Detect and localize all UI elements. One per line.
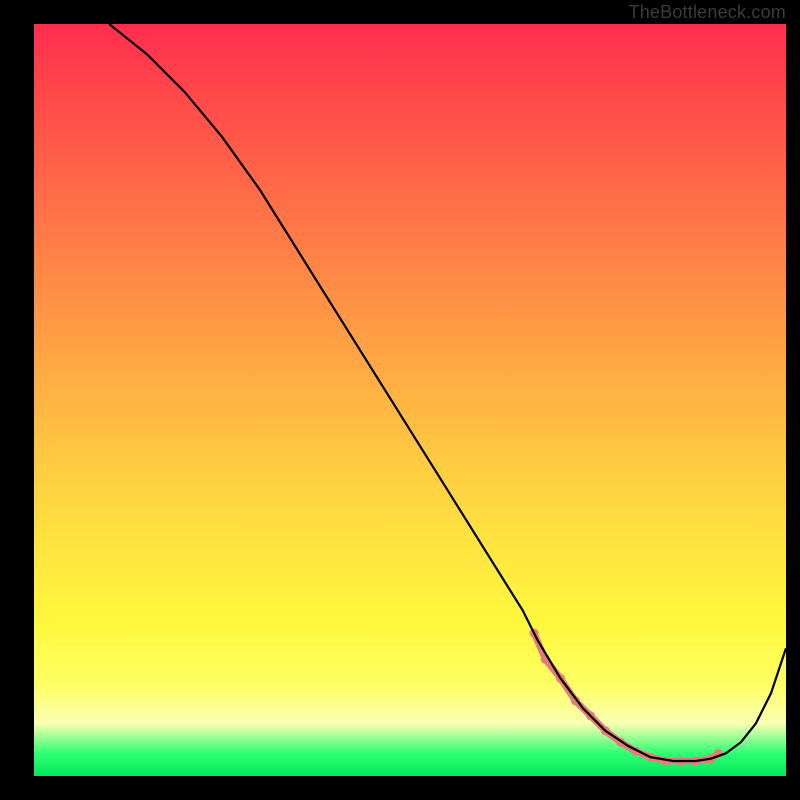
chart-plot-area — [34, 24, 786, 776]
chart-svg — [34, 24, 786, 776]
attribution-text: TheBottleneck.com — [629, 2, 786, 23]
chart-line — [109, 24, 786, 761]
